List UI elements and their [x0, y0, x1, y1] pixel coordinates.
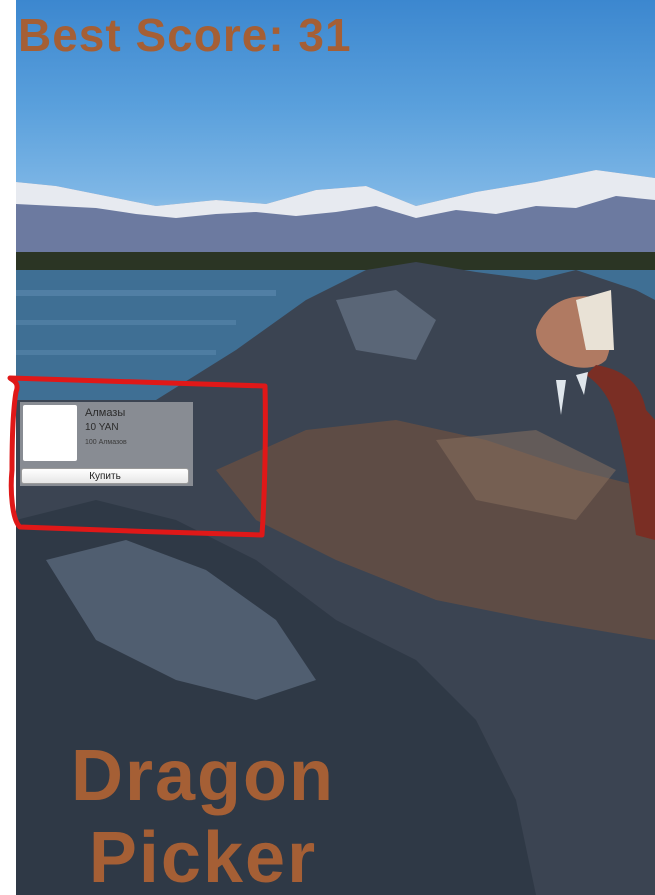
item-name: Алмазы — [85, 407, 126, 419]
item-description: 100 Алмазов — [85, 439, 127, 446]
game-title-line-2: Picker — [88, 818, 318, 895]
item-price: 10 YAN — [85, 422, 119, 433]
tree-line — [16, 252, 655, 272]
buy-button[interactable]: Купить — [21, 468, 189, 484]
game-title-line-1: Dragon — [71, 736, 335, 816]
shop-item-card: Алмазы 10 YAN 100 Алмазов Купить — [20, 402, 193, 486]
best-score-label: Best Score: 31 — [18, 9, 352, 61]
item-image-placeholder — [23, 405, 77, 461]
game-title: Dragon Picker — [71, 735, 335, 895]
